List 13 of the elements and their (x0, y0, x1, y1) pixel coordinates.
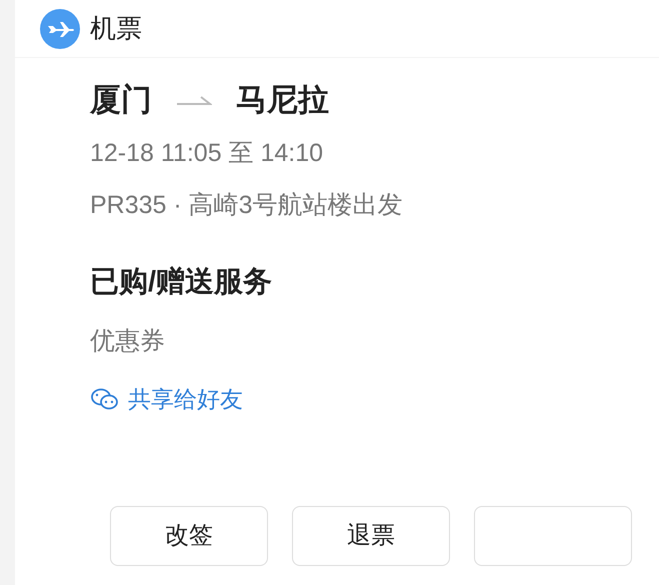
share-link[interactable]: 共享给好友 (90, 382, 243, 416)
flight-detail: PR335 · 高崎3号航站楼出发 (90, 190, 404, 220)
flight-time: 12-18 11:05 至 14:10 (90, 138, 324, 169)
service-item: 优惠券 (90, 326, 166, 356)
header-title: 机票 (90, 12, 142, 45)
destination-city: 马尼拉 (236, 80, 329, 119)
action-button[interactable]: 改签 (110, 506, 268, 566)
origin-city: 厦门 (90, 80, 152, 119)
action-button[interactable]: 退票 (292, 506, 450, 566)
airplane-icon (40, 8, 80, 48)
chat-icon (90, 387, 120, 412)
services-title: 已购/赠送服务 (90, 265, 274, 300)
action-button[interactable] (474, 506, 632, 566)
